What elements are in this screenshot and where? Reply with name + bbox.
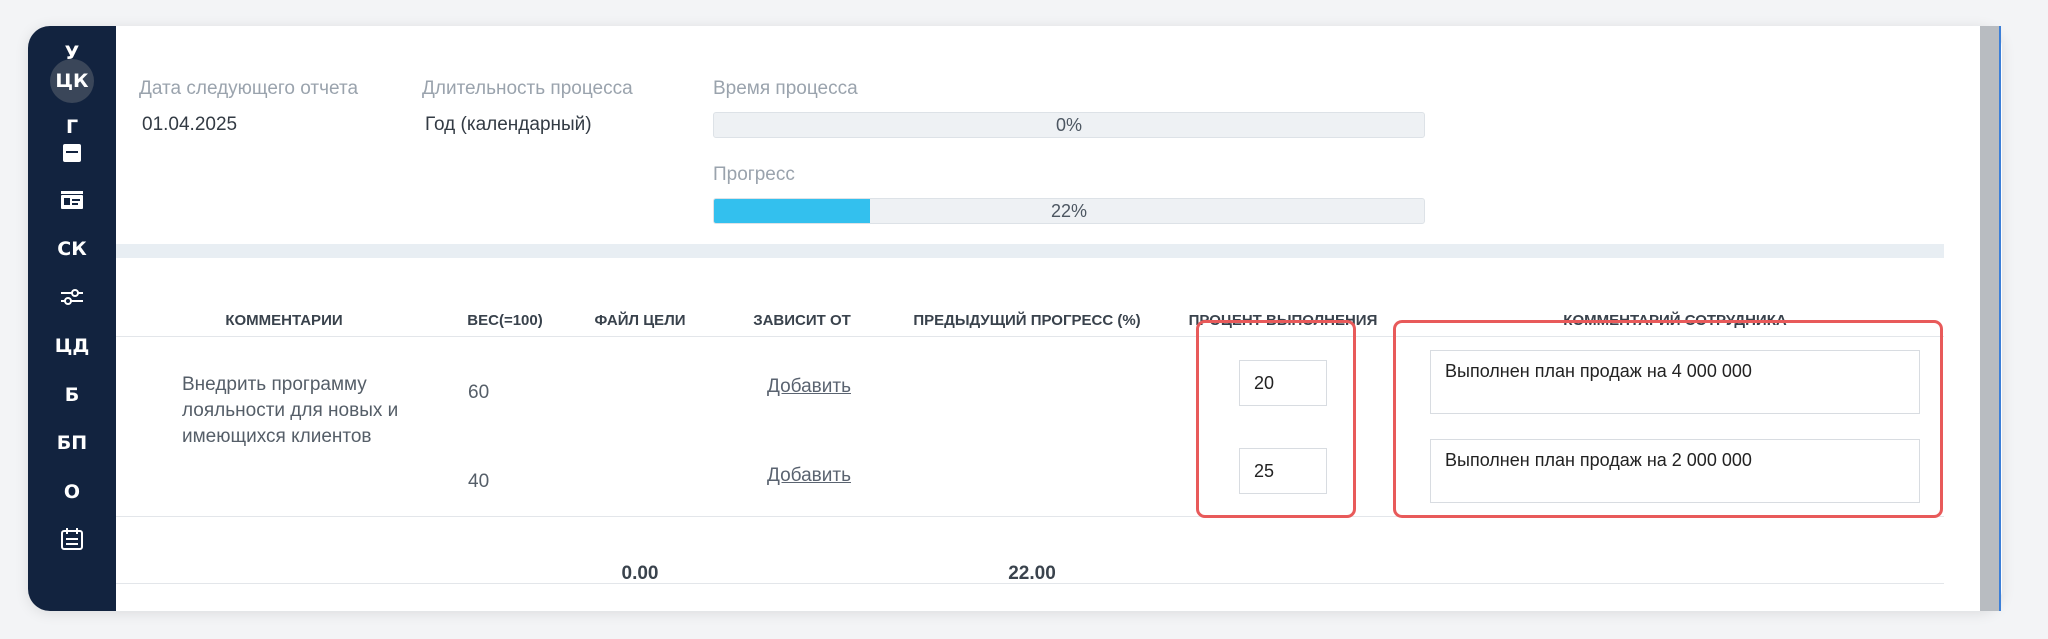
calendar-list-icon xyxy=(61,528,83,550)
sidebar-item-cd[interactable]: ЦД xyxy=(28,323,116,369)
duration-value: Год (календарный) xyxy=(425,114,592,135)
sidebar-item-ck[interactable]: ЦК xyxy=(28,55,116,107)
scrollbar-edge xyxy=(1999,26,2001,611)
col-header-depends-on: ЗАВИСИТ ОТ xyxy=(753,312,851,329)
sidebar-item-bp[interactable]: БП xyxy=(28,420,116,466)
sidebar-item-label: СК xyxy=(57,238,87,260)
row-1-add-dependency-link[interactable]: Добавить xyxy=(767,376,851,398)
progress-bar: 22% xyxy=(713,198,1425,224)
col-header-weight: ВЕС(=100) xyxy=(467,312,543,329)
process-time-bar: 0% xyxy=(713,112,1425,138)
app-window: У ЦК Г СК ЦД Б БП О Дата следующего отче… xyxy=(28,26,2002,611)
sidebar: У ЦК Г СК ЦД Б БП О xyxy=(28,26,116,611)
col-header-goal-file: ФАЙЛ ЦЕЛИ xyxy=(594,312,686,329)
totals-divider xyxy=(116,583,1944,584)
row-2-weight: 40 xyxy=(468,471,490,492)
sliders-icon xyxy=(61,289,83,305)
employee-comment-highlight-box xyxy=(1393,320,1943,518)
sidebar-item-b[interactable]: Б xyxy=(28,372,116,418)
sidebar-item-calendar-list[interactable] xyxy=(28,516,116,562)
sidebar-item-sliders[interactable] xyxy=(28,274,116,320)
progress-label: Прогресс xyxy=(713,164,795,185)
sidebar-item-calendar[interactable] xyxy=(28,130,116,176)
sidebar-active-indicator: ЦК xyxy=(50,59,94,103)
sidebar-item-o[interactable]: О xyxy=(28,469,116,515)
sidebar-item-label: ЦД xyxy=(54,335,90,357)
goal-comment-text: Внедрить программу лояльности для новых … xyxy=(182,374,399,447)
id-card-icon xyxy=(61,191,83,209)
next-report-value: 01.04.2025 xyxy=(142,114,238,135)
sidebar-item-label: Б xyxy=(64,384,80,406)
process-time-label: Время процесса xyxy=(713,78,858,99)
row-2-add-dependency-link[interactable]: Добавить xyxy=(767,465,851,487)
col-header-prev-progress: ПРЕДЫДУЩИЙ ПРОГРЕСС (%) xyxy=(913,312,1141,329)
total-prev-progress: 22.00 xyxy=(1008,563,1056,584)
next-report-label: Дата следующего отчета xyxy=(139,78,359,99)
duration-label: Длительность процесса xyxy=(422,78,633,99)
completion-highlight-box xyxy=(1196,320,1356,518)
row-1-weight: 60 xyxy=(468,382,490,403)
col-header-comments: КОММЕНТАРИИ xyxy=(225,312,343,329)
sidebar-item-label: ЦК xyxy=(55,70,89,92)
sidebar-item-id-card[interactable] xyxy=(28,177,116,223)
scrollbar[interactable] xyxy=(1980,26,2000,611)
progress-bar-text: 22% xyxy=(1050,200,1088,221)
sidebar-item-label: О xyxy=(63,481,81,503)
sidebar-item-sk[interactable]: СК xyxy=(28,226,116,272)
calendar-icon xyxy=(63,144,81,162)
total-goal-file: 0.00 xyxy=(621,563,659,584)
process-time-bar-text: 0% xyxy=(1055,114,1082,135)
sidebar-item-label: БП xyxy=(56,432,88,454)
